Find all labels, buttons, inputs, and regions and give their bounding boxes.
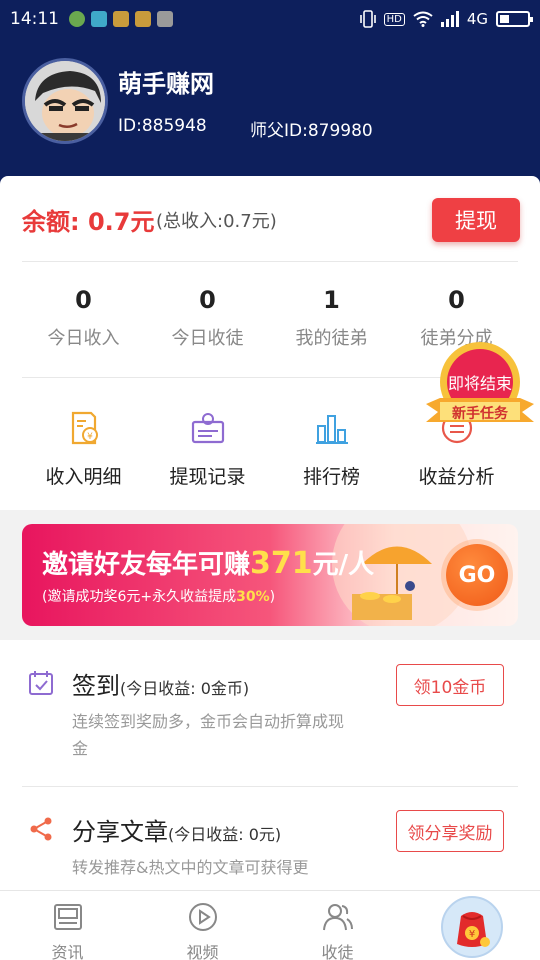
notification-icon — [113, 11, 129, 27]
tool-label: 排行榜 — [302, 466, 360, 488]
notification-icon — [91, 11, 107, 27]
claim-share-reward-button[interactable]: 领分享奖励 — [396, 810, 504, 852]
banner-amount: 371 — [250, 546, 313, 581]
banner-title-prefix: 邀请好友每年可赚 — [42, 550, 251, 580]
tool-label: 收益分析 — [418, 466, 495, 488]
stat-value: 1 — [323, 286, 340, 314]
nav-label: 资讯 — [51, 943, 84, 960]
stat-label: 今日收入 — [47, 328, 120, 349]
go-button[interactable]: GO — [446, 544, 508, 606]
user-id: ID:885948 — [118, 116, 207, 136]
username: 萌手赚网 — [118, 70, 214, 98]
divider — [22, 261, 518, 262]
calendar-check-icon — [29, 671, 53, 695]
notification-icon — [135, 11, 151, 27]
banner-sub-suffix: ) — [269, 589, 276, 605]
withdraw-record-icon — [191, 413, 224, 444]
task-list: 签到(今日收益: 0金币) 连续签到奖励多，金币会自动折算成现金 领10金币 分… — [0, 640, 540, 890]
task-share-title: 分享文章(今日收益: 0元) — [72, 812, 281, 847]
task-note: (今日收益: 0元) — [168, 825, 282, 844]
income-detail-icon: ¥ — [71, 411, 98, 445]
svg-text:¥: ¥ — [469, 929, 475, 940]
nav-apprentice[interactable]: 收徒 — [270, 891, 405, 960]
tool-leaderboard[interactable]: 排行榜 — [269, 410, 394, 489]
banner-title-suffix: 元/人 — [312, 550, 375, 580]
banner-sub-highlight: 30% — [236, 589, 270, 605]
users-icon — [322, 904, 353, 931]
notification-icon — [69, 11, 85, 27]
balance-amount: 余额: 0.7元 — [22, 208, 155, 236]
banner-sub-prefix: (邀请成功奖6元+永久收益提成 — [42, 589, 237, 605]
banner-subtitle: (邀请成功奖6元+永久收益提成30%) — [42, 586, 275, 606]
svg-text:¥: ¥ — [87, 432, 93, 442]
stat-value: 0 — [448, 286, 465, 314]
claim-coins-button[interactable]: 领10金币 — [396, 664, 504, 706]
task-share-desc: 转发推荐&热文中的文章可获得更 — [72, 858, 309, 877]
stat-value: 0 — [75, 286, 92, 314]
master-id: 师父ID:879980 — [250, 121, 373, 141]
status-bar: 14:11 HD 4G — [0, 0, 540, 38]
task-checkin-title: 签到(今日收益: 0金币) — [72, 666, 249, 701]
task-title-text: 签到 — [72, 672, 120, 700]
red-envelope-icon: ¥ — [457, 912, 490, 947]
nav-label: 视频 — [186, 943, 219, 960]
leaderboard-icon — [315, 415, 348, 444]
stat-today-income[interactable]: 0 今日收入 — [21, 286, 146, 350]
invite-banner[interactable]: 邀请好友每年可赚371元/人 (邀请成功奖6元+永久收益提成30%) GO — [22, 524, 518, 626]
hd-icon: HD — [383, 12, 405, 26]
badge-ribbon-text: 新手任务 — [452, 406, 508, 422]
notification-icon — [157, 11, 173, 27]
tool-withdraw-record[interactable]: 提现记录 — [145, 410, 270, 489]
newbie-task-badge[interactable]: 即将结束 新手任务 — [424, 340, 536, 440]
withdraw-button[interactable]: 提现 — [432, 198, 520, 242]
network-type: 4G — [466, 10, 488, 28]
task-checkin-desc: 连续签到奖励多，金币会自动折算成现金 — [72, 712, 345, 758]
share-icon — [30, 817, 52, 841]
stat-today-apprentices[interactable]: 0 今日收徒 — [145, 286, 270, 350]
nav-red-envelope[interactable]: ¥ — [441, 896, 503, 958]
status-time: 14:11 — [10, 9, 59, 29]
tool-income-detail[interactable]: ¥ 收入明细 — [21, 410, 146, 489]
stat-label: 今日收徒 — [171, 328, 244, 349]
avatar[interactable] — [22, 58, 108, 144]
divider — [22, 786, 518, 787]
stat-label: 我的徒弟 — [295, 328, 368, 349]
nav-video[interactable]: 视频 — [135, 891, 270, 960]
battery-icon — [496, 11, 533, 27]
wifi-icon — [413, 11, 433, 27]
banner-title: 邀请好友每年可赚371元/人 — [42, 544, 374, 581]
stat-value: 0 — [199, 286, 216, 314]
tool-label: 收入明细 — [45, 466, 122, 488]
video-play-icon — [188, 903, 217, 931]
task-note: (今日收益: 0金币) — [120, 679, 250, 698]
vibrate-icon — [359, 10, 376, 28]
badge-top-text: 即将结束 — [447, 374, 512, 393]
nav-label: 收徒 — [321, 943, 354, 960]
task-title-text: 分享文章 — [72, 818, 168, 846]
tool-label: 提现记录 — [169, 466, 246, 488]
nav-news[interactable]: 资讯 — [0, 891, 135, 960]
signal-icon — [440, 11, 459, 27]
stat-my-apprentices[interactable]: 1 我的徒弟 — [269, 286, 394, 350]
news-icon — [53, 904, 82, 930]
total-income: (总收入:0.7元) — [156, 211, 277, 232]
